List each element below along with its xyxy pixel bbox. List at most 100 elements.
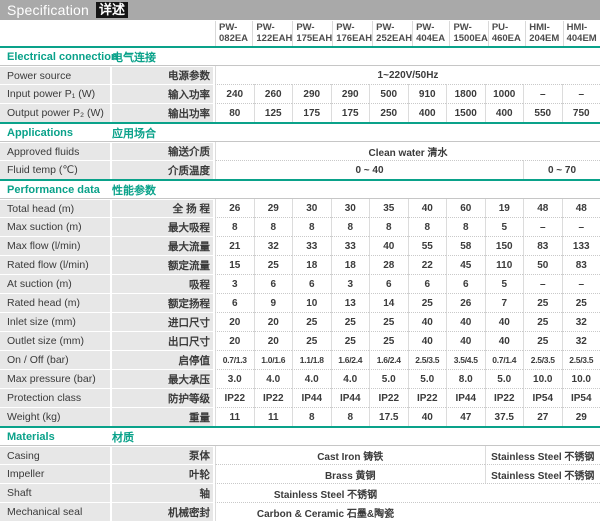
row-label: Max flow (l/min): [0, 236, 110, 255]
value-cell: Stainless Steel 不锈钢: [485, 464, 600, 483]
value-cell: 60: [446, 199, 485, 217]
value-cell: 37.5: [485, 407, 524, 426]
table-row-rated-flow-l-min-: Rated flow (l/min)额定流量152518182822451105…: [0, 255, 600, 274]
value-cell: 83: [562, 255, 600, 274]
row-label-zh: 最大流量: [112, 236, 213, 255]
value-cell: 400: [485, 103, 524, 122]
value-cell: 32: [562, 331, 600, 350]
value-cell: 20: [215, 331, 254, 350]
model-header-row: PW-082EAPW-122EAHPW-175EAHPW-176EAHPW-25…: [0, 21, 600, 46]
table-row-shaft: Shaft轴Stainless Steel 不锈钢: [0, 483, 600, 502]
value-cell: 260: [254, 84, 293, 103]
row-label: Approved fluids: [0, 142, 110, 160]
row-label-zh: 重量: [112, 407, 213, 426]
value-cell: 8: [215, 217, 254, 236]
value-cell: 2.5/3.5: [408, 350, 447, 369]
column-header-pw-252eah: PW-252EAH: [372, 21, 412, 46]
column-header-pw-1500ea: PW-1500EA: [449, 21, 487, 46]
row-label-zh: 最大承压: [112, 369, 213, 388]
table-row-at-suction-m-: At suction (m)吸程36636665––: [0, 274, 600, 293]
row-label: Impeller: [0, 464, 110, 483]
title-bar: Specification 详述: [0, 0, 600, 20]
value-cell: 11: [254, 407, 293, 426]
row-label-zh: 全 扬 程: [112, 199, 213, 217]
column-header-pw-176eah: PW-176EAH: [332, 21, 372, 46]
value-cell: 8: [446, 217, 485, 236]
row-label-zh: 输出功率: [112, 103, 213, 122]
value-cell: IP44: [446, 388, 485, 407]
value-cell: 6: [446, 274, 485, 293]
value-cell: 5: [485, 274, 524, 293]
model-number: 122EAH: [256, 34, 292, 45]
value-cell: 20: [215, 312, 254, 331]
row-label-zh: 输送介质: [112, 142, 213, 160]
value-cell: 290: [292, 84, 331, 103]
value-cell: 0.7/1.3: [215, 350, 254, 369]
value-cell: 5.0: [408, 369, 447, 388]
section-title-zh: 性能参数: [112, 182, 215, 198]
section-title-zh: 电气连接: [112, 49, 215, 65]
value-cell: 14: [369, 293, 408, 312]
row-label-zh: 进口尺寸: [112, 312, 213, 331]
table-row-protection-class: Protection class防护等级IP22IP22IP44IP44IP22…: [0, 388, 600, 407]
value-cell: 10.0: [562, 369, 600, 388]
value-cell: –: [523, 274, 562, 293]
section-title: Materials: [0, 431, 112, 443]
value-cell: 6: [254, 274, 293, 293]
value-cell: IP22: [215, 388, 254, 407]
value-cell: –: [562, 84, 600, 103]
model-number: 460EA: [492, 34, 525, 45]
value-cell: 83: [523, 236, 562, 255]
value-cell: 33: [331, 236, 370, 255]
table-row-casing: Casing泵体Cast Iron 铸铁Stainless Steel 不锈钢: [0, 445, 600, 464]
value-cell: 5.0: [369, 369, 408, 388]
value-cell: 35: [369, 199, 408, 217]
value-cell: –: [523, 84, 562, 103]
table-row-rated-head-m-: Rated head (m)额定扬程69101314252672525: [0, 293, 600, 312]
value-cell: 10: [292, 293, 331, 312]
value-cell: 58: [446, 236, 485, 255]
value-cell: 1.6/2.4: [369, 350, 408, 369]
value-cell: 750: [562, 103, 600, 122]
value-cell: 40: [485, 331, 524, 350]
table-row-impeller: Impeller叶轮Brass 黄铜Stainless Steel 不锈钢: [0, 464, 600, 483]
value-cell: 40: [408, 199, 447, 217]
header-spacer-label: [0, 21, 112, 46]
value-cell: 25: [369, 331, 408, 350]
table-row-input-power-p-w-: Input power P₁ (W)输入功率240260290290500910…: [0, 84, 600, 103]
column-header-hmi-204em: HMI-204EM: [525, 21, 562, 46]
value-cell: 500: [369, 84, 408, 103]
value-cell: Carbon & Ceramic 石墨&陶瓷: [215, 502, 600, 521]
section-title-zh: 材质: [112, 429, 215, 445]
table-row-fluid-temp-: Fluid temp (℃)介质温度0 ~ 400 ~ 70: [0, 160, 600, 179]
table-row-power-source: Power source电源参数1~220V/50Hz: [0, 65, 600, 84]
value-cell: 15: [215, 255, 254, 274]
value-cell: 8: [331, 407, 370, 426]
value-cell: 28: [369, 255, 408, 274]
value-cell: 48: [523, 199, 562, 217]
row-label-zh: 输入功率: [112, 84, 213, 103]
value-cell: 29: [562, 407, 600, 426]
row-label-zh: 轴: [112, 483, 213, 502]
value-cell: 32: [254, 236, 293, 255]
table-row-on-off-bar-: On / Off (bar)启停值0.7/1.31.0/1.61.1/1.81.…: [0, 350, 600, 369]
value-cell: 0 ~ 70: [523, 160, 600, 179]
value-cell: 25: [331, 331, 370, 350]
model-number: 176EAH: [336, 34, 372, 45]
column-header-pw-122eah: PW-122EAH: [252, 21, 292, 46]
value-cell: 25: [331, 312, 370, 331]
section-header-applications: Applications应用场合: [0, 124, 600, 141]
value-cell: Stainless Steel 不锈钢: [215, 483, 600, 502]
page-title-zh-tag: 详述: [96, 2, 128, 18]
value-cell: 3: [331, 274, 370, 293]
value-cell: 3.0: [215, 369, 254, 388]
table-row-mechanical-seal: Mechanical seal机械密封Carbon & Ceramic 石墨&陶…: [0, 502, 600, 521]
value-cell: –: [523, 217, 562, 236]
row-label: Mechanical seal: [0, 502, 110, 521]
value-cell: 19: [485, 199, 524, 217]
value-cell: 25: [523, 331, 562, 350]
value-cell: 1.0/1.6: [254, 350, 293, 369]
table-row-max-pressure-bar-: Max pressure (bar)最大承压3.04.04.04.05.05.0…: [0, 369, 600, 388]
value-cell: 20: [254, 312, 293, 331]
value-cell: 550: [523, 103, 562, 122]
